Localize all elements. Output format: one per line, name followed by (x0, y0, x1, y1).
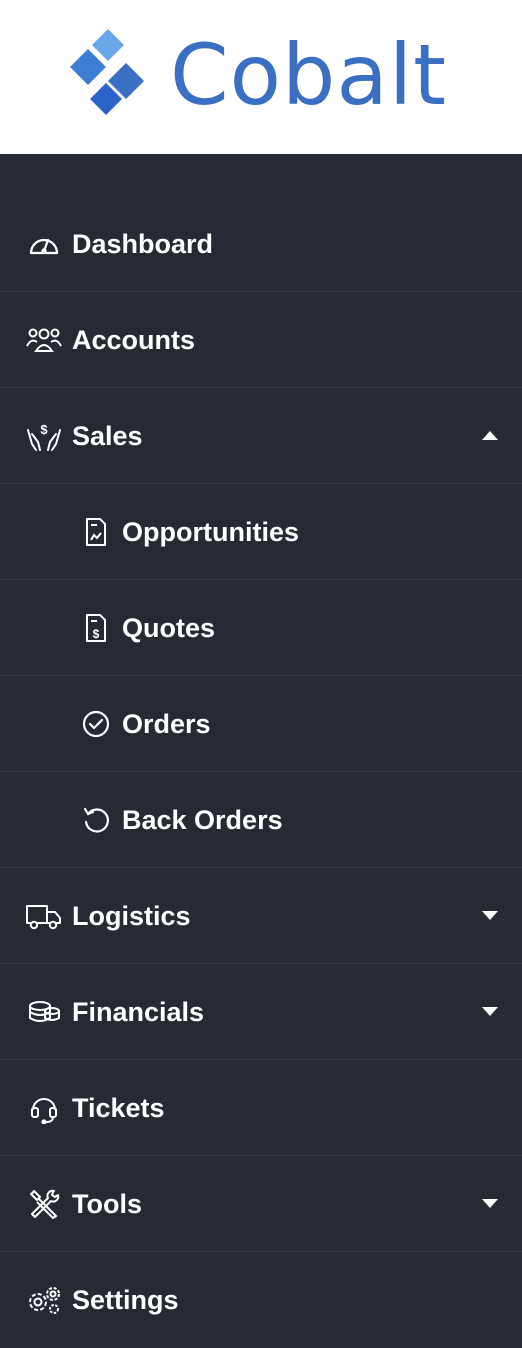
sidebar-item-label: Quotes (122, 612, 216, 643)
truck-icon (26, 898, 62, 934)
coins-icon (26, 994, 62, 1030)
svg-text:$: $ (93, 627, 100, 641)
logo-bar: Cobalt (0, 0, 522, 154)
document-dollar-icon: $ (78, 610, 114, 646)
document-chart-icon (78, 514, 114, 550)
sidebar-item-label: Settings (72, 1285, 179, 1315)
cobalt-logo-icon (70, 29, 144, 115)
chevron-down-icon[interactable] (482, 911, 498, 920)
sidebar-item-tickets[interactable]: Tickets (0, 1060, 522, 1156)
tools-icon (26, 1186, 62, 1222)
sidebar-nav: Dashboard Accounts $ Sales Opportunities… (0, 154, 522, 1348)
sidebar-item-accounts[interactable]: Accounts (0, 292, 522, 388)
sidebar-item-label: Dashboard (72, 228, 214, 259)
sidebar-item-label: Tickets (72, 1092, 165, 1123)
sidebar-item-label: Sales (72, 420, 143, 451)
sidebar-item-settings[interactable]: Settings (0, 1252, 522, 1348)
gears-icon (26, 1282, 62, 1318)
svg-text:$: $ (40, 422, 48, 437)
sidebar-item-label: Opportunities (122, 516, 299, 547)
sidebar-item-label: Tools (72, 1188, 142, 1219)
sidebar-item-dashboard[interactable]: Dashboard (0, 196, 522, 292)
sidebar-subitem-back-orders[interactable]: Back Orders (0, 772, 522, 868)
chevron-up-icon[interactable] (482, 431, 498, 440)
brand-name: Cobalt (170, 26, 448, 124)
sidebar-subitem-orders[interactable]: Orders (0, 676, 522, 772)
chevron-down-icon[interactable] (482, 1199, 498, 1208)
chevron-down-icon[interactable] (482, 1007, 498, 1016)
headset-icon (26, 1090, 62, 1126)
users-icon (26, 322, 62, 358)
sidebar-item-tools[interactable]: Tools (0, 1156, 522, 1252)
hand-dollar-icon: $ (26, 418, 62, 454)
sidebar-item-label: Back Orders (122, 804, 283, 835)
sidebar-subitem-opportunities[interactable]: Opportunities (0, 484, 522, 580)
gauge-icon (26, 226, 62, 262)
sidebar-item-label: Financials (72, 996, 205, 1027)
check-circle-icon (78, 706, 114, 742)
sidebar-item-label: Accounts (72, 324, 196, 355)
sidebar-subitem-quotes[interactable]: $ Quotes (0, 580, 522, 676)
undo-icon (78, 802, 114, 838)
sidebar-item-logistics[interactable]: Logistics (0, 868, 522, 964)
sidebar-item-sales[interactable]: $ Sales (0, 388, 522, 484)
sidebar-item-financials[interactable]: Financials (0, 964, 522, 1060)
sidebar-item-label: Logistics (72, 900, 191, 931)
sidebar-item-label: Orders (122, 708, 211, 739)
